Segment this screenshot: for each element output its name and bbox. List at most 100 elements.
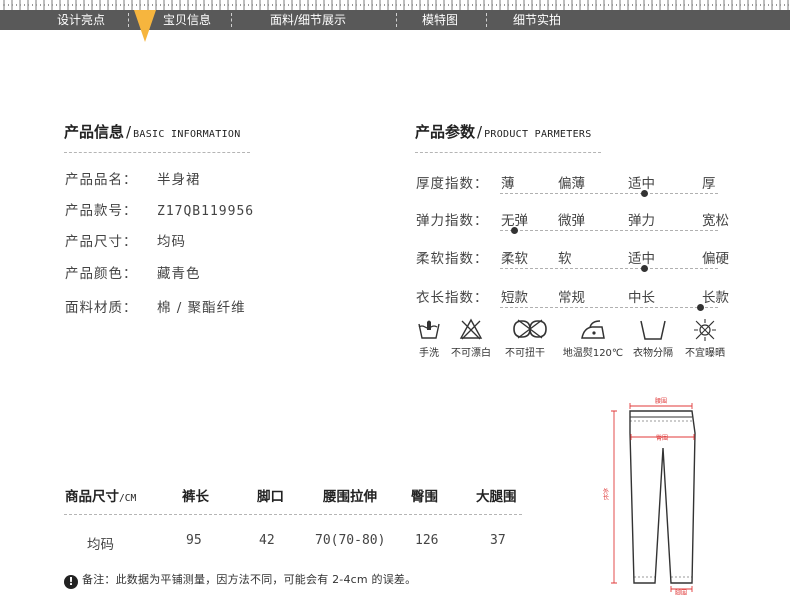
product-info-title: 产品信息 bbox=[64, 123, 125, 141]
care-item: 手洗 bbox=[414, 318, 444, 366]
unit-label: /CM bbox=[119, 493, 137, 504]
info-label: 产品品名： bbox=[65, 172, 138, 188]
param-option: 偏硬 bbox=[702, 251, 729, 267]
table-cell-hip: 126 bbox=[415, 533, 439, 548]
info-value: 半身裙 bbox=[157, 172, 201, 188]
param-selected-dot bbox=[697, 304, 704, 311]
param-option: 无弹 bbox=[501, 213, 528, 229]
active-tab-marker bbox=[134, 10, 156, 42]
param-option: 短款 bbox=[501, 290, 528, 306]
param-option: 适中 bbox=[628, 251, 655, 267]
care-label: 不可漂白 bbox=[451, 348, 491, 359]
param-option: 薄 bbox=[501, 176, 515, 192]
table-header-waist: 腰围拉伸 bbox=[323, 489, 377, 505]
iron-low-temp-icon bbox=[581, 320, 605, 339]
nav-separator bbox=[486, 13, 487, 27]
param-selected-dot bbox=[511, 227, 518, 234]
info-label: 产品款号： bbox=[65, 203, 138, 219]
table-header-hem: 脚口 bbox=[257, 489, 284, 505]
care-label: 地温熨120℃ bbox=[562, 348, 624, 359]
waist-label: 腰围 bbox=[655, 398, 667, 405]
param-row: 柔软指数： 柔软 软 适中 偏硬 bbox=[416, 247, 729, 283]
nav-tab-model-photos[interactable]: 模特图 bbox=[422, 10, 458, 30]
param-selected-dot bbox=[641, 190, 648, 197]
table-cell-waist: 70(70-80) bbox=[315, 533, 386, 548]
header-label: 商品尺寸 bbox=[65, 489, 119, 505]
table-cell-size: 均码 bbox=[87, 537, 114, 553]
info-value: Z17QB119956 bbox=[157, 204, 255, 219]
care-label: 不可扭干 bbox=[505, 348, 545, 359]
param-scale-line bbox=[500, 230, 718, 231]
param-option: 偏薄 bbox=[558, 176, 585, 192]
param-option: 宽松 bbox=[702, 213, 729, 229]
care-label: 衣物分隔 bbox=[633, 348, 673, 359]
param-option: 弹力 bbox=[628, 213, 655, 229]
no-bleach-icon bbox=[459, 318, 483, 340]
product-info-subtitle: BASIC INFORMATION bbox=[133, 129, 241, 140]
care-item: 不宜曝晒 bbox=[685, 318, 725, 366]
param-option: 常规 bbox=[558, 290, 585, 306]
divider bbox=[64, 152, 250, 153]
table-cell-hem: 42 bbox=[259, 533, 275, 548]
pants-measurement-diagram: 腰围 臀围 外长 脚围 bbox=[602, 398, 696, 595]
product-params-title: 产品参数 bbox=[415, 123, 476, 141]
nav-tab-product-info[interactable]: 宝贝信息 bbox=[163, 10, 211, 30]
hip-label: 臀围 bbox=[656, 435, 668, 442]
param-label: 衣长指数： bbox=[416, 290, 489, 306]
product-info-heading: 产品信息 / BASIC INFORMATION bbox=[64, 123, 241, 141]
param-option: 长款 bbox=[702, 290, 729, 306]
top-nav: 设计亮点 宝贝信息 面料/细节展示 模特图 细节实拍 bbox=[0, 10, 790, 30]
exclamation-icon: ! bbox=[64, 575, 78, 589]
no-sun-dry-icon bbox=[694, 319, 716, 341]
table-header-thigh: 大腿围 bbox=[476, 489, 517, 505]
param-option: 厚 bbox=[702, 176, 716, 192]
nav-tab-highlights[interactable]: 设计亮点 bbox=[57, 10, 105, 30]
param-option: 柔软 bbox=[501, 251, 528, 267]
table-header-size: 商品尺寸/CM bbox=[65, 485, 136, 505]
divider bbox=[415, 152, 601, 153]
info-value: 均码 bbox=[157, 234, 186, 250]
wash-separately-icon bbox=[640, 320, 666, 340]
table-cell-thigh: 37 bbox=[490, 533, 506, 548]
nav-tab-fabric-details[interactable]: 面料/细节展示 bbox=[270, 10, 346, 30]
table-header-length: 裤长 bbox=[182, 489, 209, 505]
measurement-note: ! 备注：此数据为平铺测量，因方法不同，可能会有 2-4cm 的误差。 bbox=[64, 571, 416, 589]
param-scale-line bbox=[500, 268, 718, 269]
info-row-size: 产品尺寸： 均码 bbox=[65, 230, 186, 250]
care-item: 地温熨120℃ bbox=[563, 318, 623, 366]
no-wring-icon bbox=[513, 319, 547, 339]
param-selected-dot bbox=[641, 265, 648, 272]
nav-separator bbox=[231, 13, 232, 27]
care-item: 不可扭干 bbox=[505, 318, 547, 366]
param-label: 弹力指数： bbox=[416, 213, 489, 229]
info-label: 面料材质： bbox=[65, 300, 138, 316]
param-row: 厚度指数： 薄 偏薄 适中 厚 bbox=[416, 172, 722, 208]
care-label: 不宜曝晒 bbox=[685, 348, 725, 359]
decorative-border bbox=[0, 0, 790, 10]
care-item: 衣物分隔 bbox=[633, 318, 673, 366]
care-label: 手洗 bbox=[419, 348, 439, 359]
info-label: 产品尺寸： bbox=[65, 234, 138, 250]
product-params-subtitle: PRODUCT PARMETERS bbox=[484, 129, 592, 140]
info-value: 棉 / 聚酯纤维 bbox=[157, 300, 246, 316]
hem-label: 脚围 bbox=[675, 589, 687, 595]
hand-wash-icon bbox=[418, 320, 440, 339]
info-value: 藏青色 bbox=[157, 266, 201, 282]
param-label: 柔软指数： bbox=[416, 251, 489, 267]
nav-tab-detail-photos[interactable]: 细节实拍 bbox=[513, 10, 561, 30]
length-label: 外长 bbox=[602, 487, 609, 501]
info-row-name: 产品品名： 半身裙 bbox=[65, 168, 201, 188]
param-row: 弹力指数： 无弹 微弹 弹力 宽松 bbox=[416, 209, 729, 245]
param-option: 软 bbox=[558, 251, 572, 267]
param-option: 适中 bbox=[628, 176, 655, 192]
table-header-hip: 臀围 bbox=[411, 489, 438, 505]
table-divider bbox=[64, 514, 522, 515]
param-scale-line bbox=[500, 193, 718, 194]
param-label: 厚度指数： bbox=[416, 176, 489, 192]
info-row-material: 面料材质： 棉 / 聚酯纤维 bbox=[65, 296, 246, 316]
info-row-color: 产品颜色： 藏青色 bbox=[65, 262, 201, 282]
param-option: 中长 bbox=[628, 290, 655, 306]
care-item: 不可漂白 bbox=[451, 318, 491, 366]
param-option: 微弹 bbox=[558, 213, 585, 229]
product-params-heading: 产品参数 / PRODUCT PARMETERS bbox=[415, 123, 592, 141]
